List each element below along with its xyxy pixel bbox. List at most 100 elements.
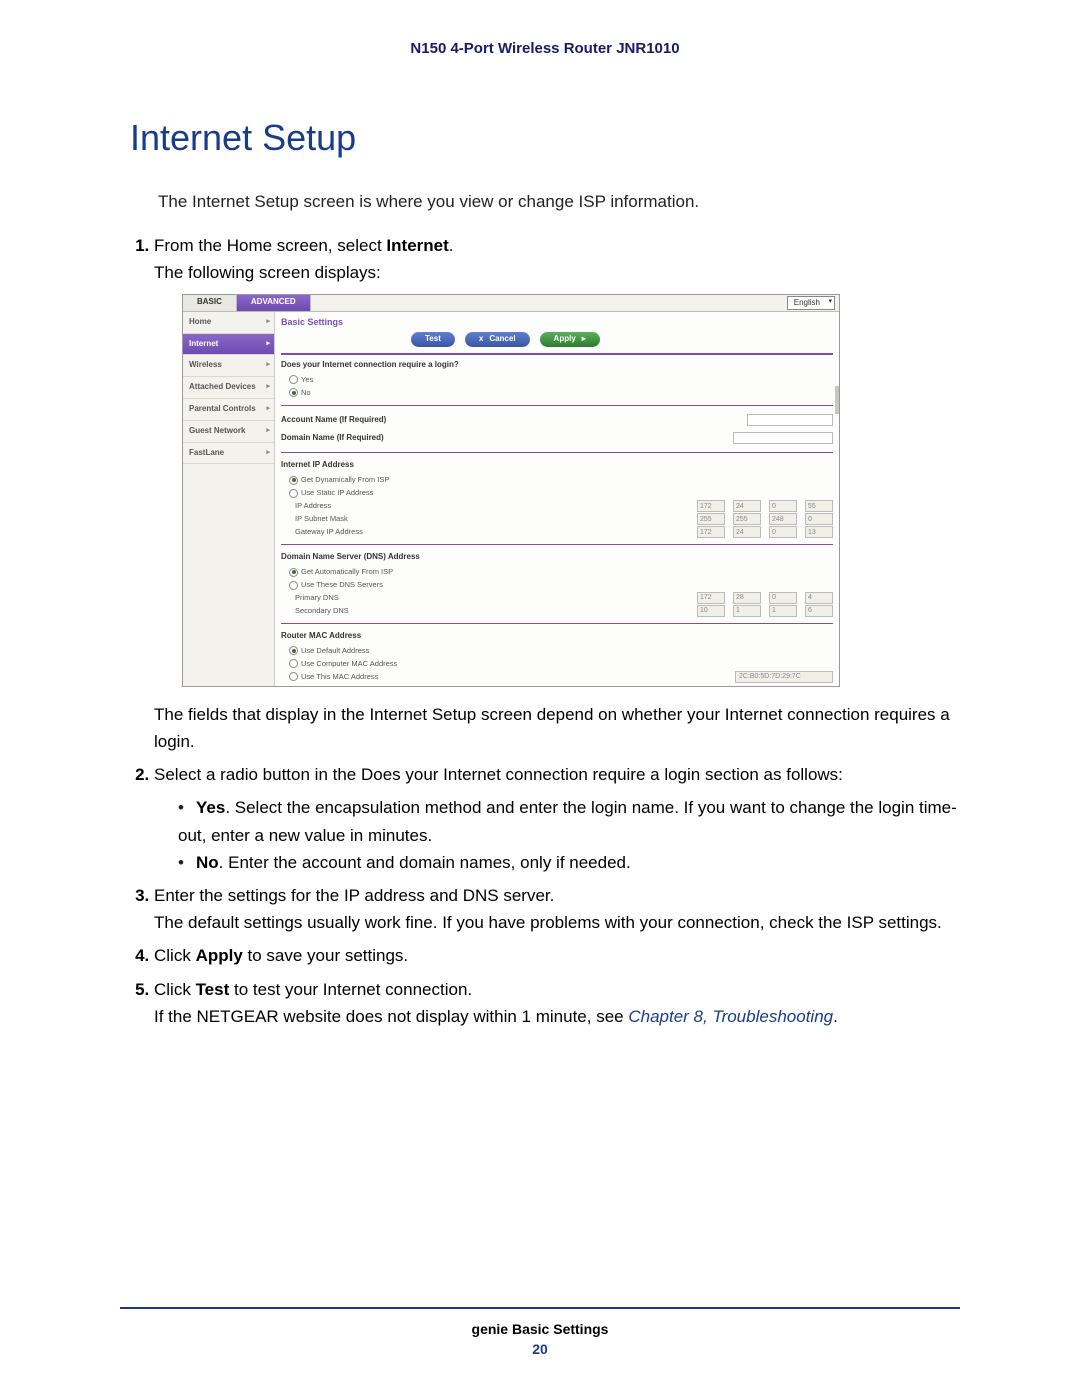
mac-address-input[interactable]: 2C:B0:5D:7D:29:7C — [735, 671, 833, 683]
chevron-right-icon: ▸ — [266, 425, 270, 436]
radio-mac-this[interactable] — [289, 672, 298, 681]
cancel-button[interactable]: xCancel — [465, 332, 530, 347]
troubleshooting-link[interactable]: Chapter 8, Troubleshooting — [628, 1007, 833, 1026]
scrollbar-handle[interactable] — [835, 386, 839, 414]
sidebar-fastlane[interactable]: FastLane▸ — [183, 443, 274, 465]
sidebar-internet-label: Internet — [189, 339, 218, 348]
gateway-label: Gateway IP Address — [295, 526, 689, 538]
step1-text-c: . — [449, 236, 454, 255]
sdns-label: Secondary DNS — [295, 605, 689, 617]
login-yes-row[interactable]: Yes — [289, 374, 833, 386]
ip-static-row[interactable]: Use Static IP Address — [289, 487, 833, 499]
sdns-d[interactable]: 6 — [805, 605, 833, 617]
domain-name-label: Domain Name (If Required) — [281, 432, 384, 445]
subnet-c[interactable]: 248 — [769, 513, 797, 525]
mac-computer-row[interactable]: Use Computer MAC Address — [289, 658, 833, 670]
subnet-a[interactable]: 255 — [697, 513, 725, 525]
pdns-label: Primary DNS — [295, 592, 689, 604]
chevron-right-icon: ▸ — [266, 403, 270, 414]
ip-c[interactable]: 0 — [769, 500, 797, 512]
step3-text: Enter the settings for the IP address an… — [154, 886, 554, 905]
sdns-c[interactable]: 1 — [769, 605, 797, 617]
radio-dns-manual[interactable] — [289, 581, 298, 590]
sidebar: Home▸ Internet▸ Wireless▸ Attached Devic… — [183, 312, 275, 686]
domain-name-input[interactable] — [733, 432, 833, 444]
subnet-d[interactable]: 0 — [805, 513, 833, 525]
dns-auto-row[interactable]: Get Automatically From ISP — [289, 566, 833, 578]
dns-section-label: Domain Name Server (DNS) Address — [281, 551, 833, 564]
step2-yes-t: . Select the encapsulation method and en… — [178, 798, 957, 844]
sdns-b[interactable]: 1 — [733, 605, 761, 617]
chevron-right-icon: ▸ — [266, 381, 270, 392]
radio-yes[interactable] — [289, 375, 298, 384]
tab-basic[interactable]: BASIC — [183, 295, 237, 311]
ip-b[interactable]: 24 — [733, 500, 761, 512]
gw-b[interactable]: 24 — [733, 526, 761, 538]
sidebar-home[interactable]: Home▸ — [183, 312, 274, 334]
chevron-right-icon: ▸ — [266, 338, 270, 349]
gw-d[interactable]: 13 — [805, 526, 833, 538]
subnet-label: IP Subnet Mask — [295, 513, 689, 525]
chevron-right-icon: ▸ — [582, 333, 586, 346]
sidebar-parental[interactable]: Parental Controls▸ — [183, 399, 274, 421]
footer-title: genie Basic Settings — [120, 1321, 960, 1337]
sidebar-wireless[interactable]: Wireless▸ — [183, 355, 274, 377]
step3-follow: The default settings usually work fine. … — [154, 909, 960, 936]
step5-follow-c: . — [833, 1007, 838, 1026]
pdns-d[interactable]: 4 — [805, 592, 833, 604]
sidebar-wireless-label: Wireless — [189, 360, 222, 369]
sdns-a[interactable]: 10 — [697, 605, 725, 617]
radio-dns-auto[interactable] — [289, 568, 298, 577]
gw-c[interactable]: 0 — [769, 526, 797, 538]
step1-text-a: From the Home screen, select — [154, 236, 386, 255]
radio-dns-auto-label: Get Automatically From ISP — [301, 566, 393, 578]
panel-title: Basic Settings — [281, 315, 833, 329]
page-footer: genie Basic Settings 20 — [120, 1307, 960, 1357]
radio-mac-default-label: Use Default Address — [301, 645, 369, 657]
subnet-b[interactable]: 255 — [733, 513, 761, 525]
step2-no-b: No — [196, 853, 219, 872]
sidebar-internet[interactable]: Internet ▸ — [183, 334, 274, 356]
step5-c: to test your Internet connection. — [229, 980, 472, 999]
radio-mac-computer-label: Use Computer MAC Address — [301, 658, 397, 670]
sidebar-attached[interactable]: Attached Devices▸ — [183, 377, 274, 399]
gw-a[interactable]: 172 — [697, 526, 725, 538]
radio-ip-static[interactable] — [289, 489, 298, 498]
step4-a: Click — [154, 946, 196, 965]
doc-header: N150 4-Port Wireless Router JNR1010 — [130, 40, 960, 57]
login-no-row[interactable]: No — [289, 387, 833, 399]
ip-section-label: Internet IP Address — [281, 459, 833, 472]
step5-a: Click — [154, 980, 196, 999]
tab-advanced[interactable]: ADVANCED — [237, 295, 311, 311]
step-2: Select a radio button in the Does your I… — [154, 761, 960, 876]
after-shot-paragraph: The fields that display in the Internet … — [154, 701, 960, 755]
step5-follow: If the NETGEAR website does not display … — [154, 1003, 960, 1030]
mac-default-row[interactable]: Use Default Address — [289, 645, 833, 657]
apply-button[interactable]: Apply ▸ — [540, 332, 600, 347]
pdns-c[interactable]: 0 — [769, 592, 797, 604]
radio-no[interactable] — [289, 388, 298, 397]
sidebar-guest[interactable]: Guest Network▸ — [183, 421, 274, 443]
pdns-b[interactable]: 28 — [733, 592, 761, 604]
ip-address-label: IP Address — [295, 500, 689, 512]
step2-text: Select a radio button in the Does your I… — [154, 765, 843, 784]
radio-mac-this-label: Use This MAC Address — [301, 671, 378, 683]
step4-b: Apply — [196, 946, 243, 965]
account-name-input[interactable] — [747, 414, 833, 426]
language-select[interactable]: English — [787, 296, 835, 310]
test-button[interactable]: Test — [411, 332, 455, 347]
ip-d[interactable]: 55 — [805, 500, 833, 512]
apply-button-label: Apply — [554, 333, 576, 346]
test-button-label: Test — [425, 333, 441, 346]
radio-mac-default[interactable] — [289, 646, 298, 655]
sidebar-home-label: Home — [189, 317, 211, 326]
step1-follow: The following screen displays: — [154, 259, 960, 286]
step-5: Click Test to test your Internet connect… — [154, 976, 960, 1030]
dns-manual-row[interactable]: Use These DNS Servers — [289, 579, 833, 591]
radio-no-label: No — [301, 387, 311, 399]
ip-a[interactable]: 172 — [697, 500, 725, 512]
pdns-a[interactable]: 172 — [697, 592, 725, 604]
radio-mac-computer[interactable] — [289, 659, 298, 668]
ip-dyn-row[interactable]: Get Dynamically From ISP — [289, 474, 833, 486]
radio-ip-dynamic[interactable] — [289, 476, 298, 485]
